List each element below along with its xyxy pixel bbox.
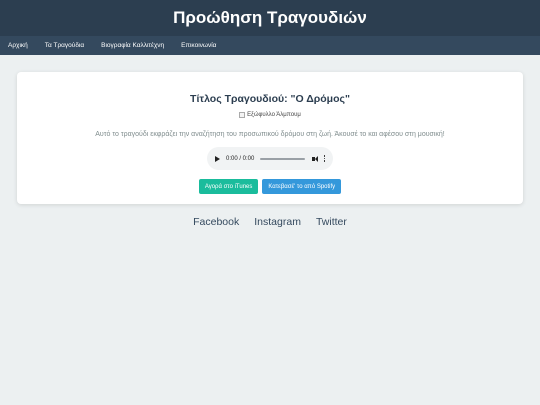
- main-nav: Αρχική Τα Τραγούδια Βιογραφία Καλλιτέχνη…: [0, 36, 540, 55]
- progress-track[interactable]: [260, 157, 305, 160]
- broken-image-icon: [239, 112, 246, 118]
- nav-item-home[interactable]: Αρχική: [8, 42, 28, 49]
- player-time: 0:00 / 0:00: [226, 155, 255, 162]
- audio-player[interactable]: 0:00 / 0:00: [207, 147, 333, 170]
- social-link-instagram[interactable]: Instagram: [254, 216, 301, 228]
- more-options-icon[interactable]: [323, 155, 325, 162]
- site-header: Προώθηση Τραγουδιών: [0, 0, 540, 36]
- site-title: Προώθηση Τραγουδιών: [173, 8, 367, 27]
- spotify-button[interactable]: Κατεβασέ' το από Spotify: [262, 179, 342, 194]
- song-card: Τίτλος Τραγουδιού: "Ο Δρόμος" Εξώφυλλο Ά…: [17, 72, 523, 204]
- play-icon[interactable]: [215, 155, 220, 162]
- nav-item-bio[interactable]: Βιογραφία Καλλιτέχνη: [101, 42, 164, 49]
- song-description: Αυτό το τραγούδι εκφράζει την αναζήτηση …: [95, 131, 445, 138]
- album-cover: Εξώφυλλο Άλμπουμ: [239, 112, 301, 118]
- nav-item-contact[interactable]: Επικοινωνία: [181, 42, 216, 49]
- social-link-twitter[interactable]: Twitter: [316, 216, 347, 228]
- social-links: Facebook Instagram Twitter: [0, 216, 540, 228]
- song-title: Τίτλος Τραγουδιού: "Ο Δρόμος": [190, 93, 350, 105]
- nav-item-songs[interactable]: Τα Τραγούδια: [45, 42, 84, 49]
- social-link-facebook[interactable]: Facebook: [193, 216, 239, 228]
- itunes-button[interactable]: Αγορά στο iTunes: [198, 179, 259, 194]
- volume-icon[interactable]: [311, 155, 318, 162]
- album-cover-alt: Εξώφυλλο Άλμπουμ: [247, 112, 301, 118]
- buy-buttons: Αγορά στο iTunes Κατεβασέ' το από Spotif…: [17, 179, 523, 194]
